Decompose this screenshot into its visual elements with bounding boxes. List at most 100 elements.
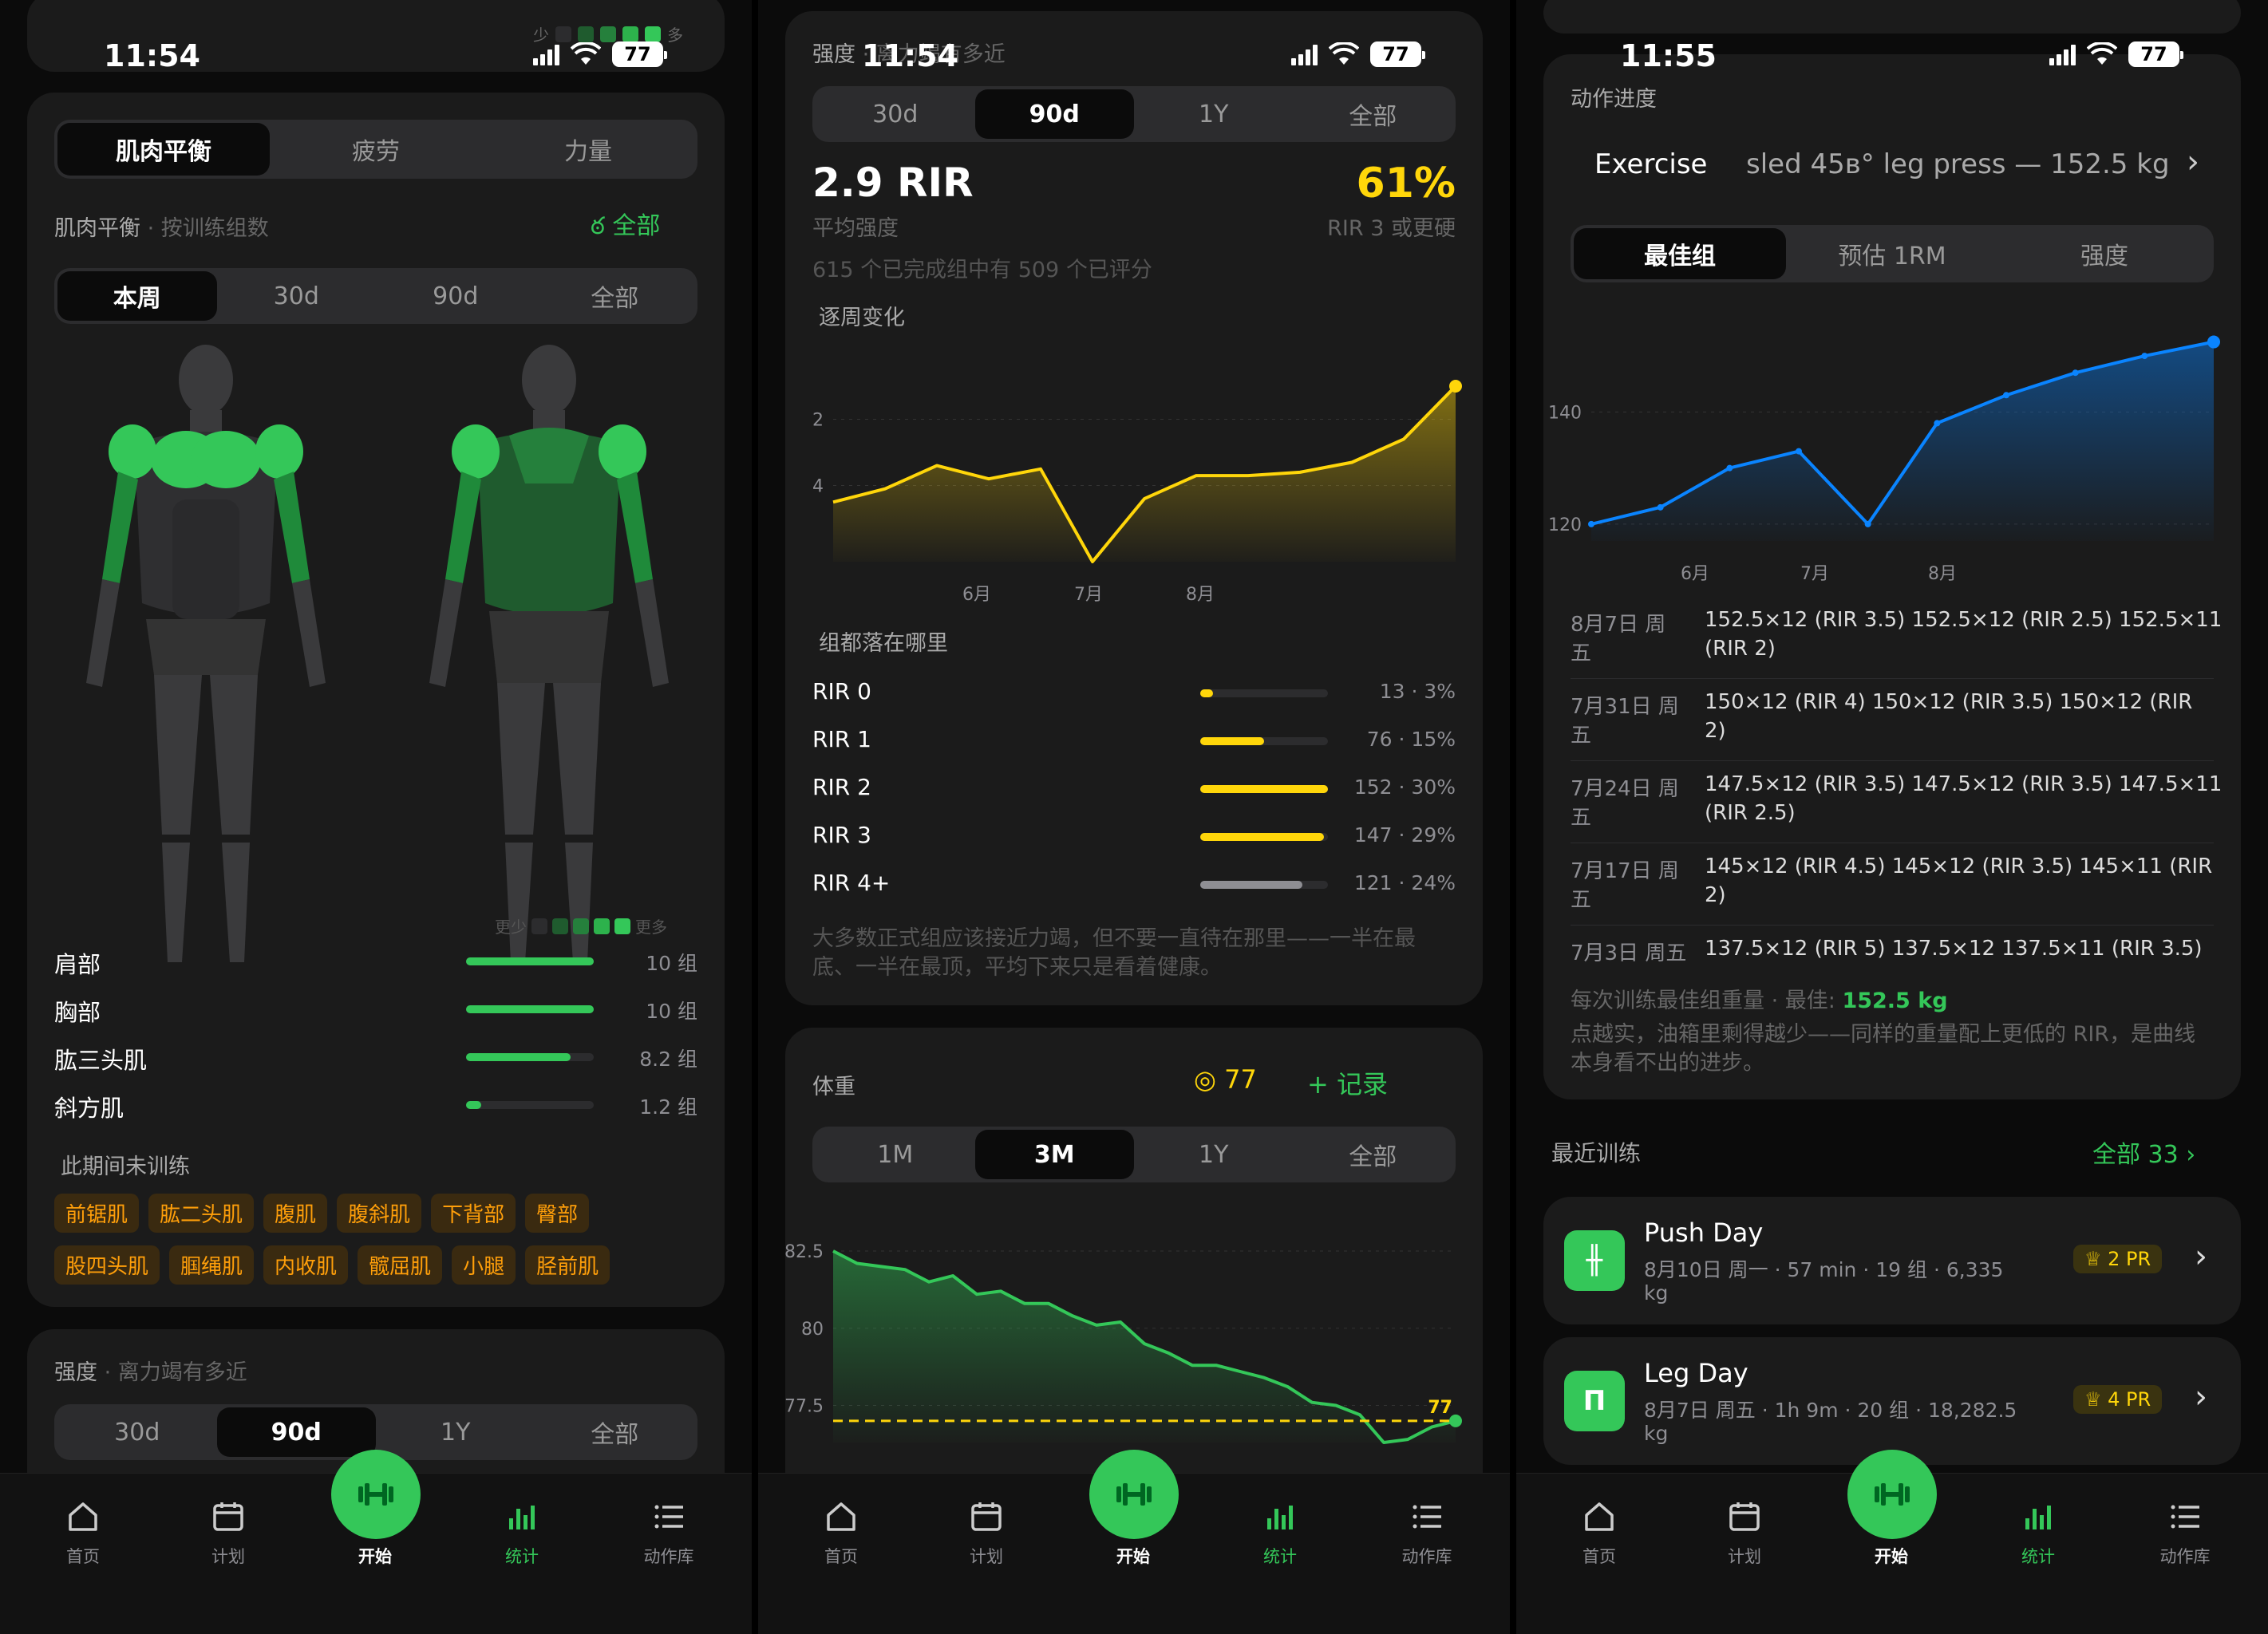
- avg-intensity-label: 平均强度: [812, 216, 899, 241]
- tab-stats[interactable]: 统计: [1990, 1496, 2086, 1568]
- tab-est-1rm[interactable]: 预估 1RM: [1786, 228, 1998, 279]
- y-tick-label: 4: [812, 477, 824, 497]
- untrained-chip[interactable]: 小腿: [452, 1245, 516, 1285]
- history-sets: 150×12 (RIR 4) 150×12 (RIR 3.5) 150×12 (…: [1705, 690, 2193, 714]
- exercise-picker[interactable]: sled 45в° leg press — 152.5 kg: [1746, 148, 2170, 180]
- tab-3m[interactable]: 3M: [974, 1130, 1134, 1179]
- tab-stats[interactable]: 统计: [474, 1496, 570, 1568]
- history-date-2: 五: [1571, 806, 1592, 830]
- history-sets-2: 2): [1705, 719, 1726, 743]
- tab-all[interactable]: 全部: [535, 271, 695, 321]
- tab-stats[interactable]: 统计: [1232, 1496, 1328, 1568]
- history-date: 7月17日 周: [1571, 859, 1679, 883]
- tab-90d[interactable]: 90d: [376, 271, 535, 321]
- status-icons: 77: [533, 41, 667, 67]
- untrained-chip[interactable]: 腘绳肌: [169, 1245, 255, 1285]
- untrained-chip[interactable]: 腹斜肌: [337, 1194, 422, 1233]
- tab-library[interactable]: 动作库: [2137, 1496, 2233, 1568]
- tab-90d[interactable]: 90d: [974, 89, 1134, 139]
- tab-bar: 首页 计划 统计 动作库 开始: [1516, 1450, 2268, 1634]
- untrained-chip[interactable]: 腹肌: [263, 1194, 328, 1233]
- rir-bar: [1200, 689, 1328, 697]
- chevron-right-icon[interactable]: ›: [2187, 144, 2199, 180]
- calendar-icon: [938, 1496, 1034, 1537]
- tab-library[interactable]: 动作库: [621, 1496, 717, 1568]
- list-icon: [1379, 1496, 1475, 1537]
- range-tabs: 本周 30d 90d 全部: [54, 268, 697, 324]
- untrained-chip[interactable]: 肱二头肌: [148, 1194, 255, 1233]
- tab-plan[interactable]: 计划: [938, 1496, 1034, 1568]
- tab-intensity[interactable]: 强度: [1998, 228, 2211, 279]
- untrained-chip[interactable]: 臀部: [525, 1194, 590, 1233]
- tab-1y[interactable]: 1Y: [376, 1407, 535, 1457]
- recent-all-link[interactable]: 全部 33 ›: [2092, 1135, 2195, 1170]
- pr-badge: ♕ 4 PR: [2073, 1385, 2163, 1414]
- tab-plan[interactable]: 计划: [1697, 1496, 1792, 1568]
- history-date: 7月24日 周: [1571, 777, 1679, 801]
- start-workout-button[interactable]: [331, 1450, 421, 1539]
- tab-home[interactable]: 首页: [35, 1496, 131, 1568]
- rir-bar: [1200, 737, 1328, 745]
- status-icons: 77: [2049, 41, 2183, 67]
- all-link[interactable]: ఠ 全部: [591, 206, 660, 246]
- tab-library[interactable]: 动作库: [1379, 1496, 1475, 1568]
- tab-best-set[interactable]: 最佳组: [1574, 228, 1786, 279]
- tab-all[interactable]: 全部: [1294, 89, 1453, 139]
- weight-chart: 82.5 80 77.5 77: [785, 1242, 1462, 1444]
- tab-label: 统计: [505, 1547, 539, 1566]
- home-icon: [1551, 1496, 1647, 1537]
- start-label: 开始: [1875, 1547, 1908, 1566]
- flame-icon: ఠ: [591, 212, 613, 240]
- intensity-detail-card: 强度 · 离力竭有多近 30d 90d 1Y 全部 2.9 RIR 平均强度 6…: [785, 11, 1483, 1005]
- dumbbell-icon: [1875, 1483, 1910, 1506]
- tab-plan[interactable]: 计划: [180, 1496, 276, 1568]
- tab-home[interactable]: 首页: [793, 1496, 889, 1568]
- wifi-icon: [1329, 42, 1359, 65]
- rir-dist-title: 组都落在哪里: [819, 631, 948, 656]
- tab-30d[interactable]: 30d: [217, 271, 377, 321]
- muscle-bar: [466, 1005, 594, 1013]
- pr-badge: ♕ 2 PR: [2073, 1245, 2163, 1273]
- rir-label: RIR 1: [812, 726, 871, 752]
- tab-1y[interactable]: 1Y: [1134, 1130, 1294, 1179]
- untrained-chip[interactable]: 髋屈肌: [358, 1245, 443, 1285]
- tab-this-week[interactable]: 本周: [57, 271, 217, 321]
- tab-strength[interactable]: 力量: [482, 123, 694, 176]
- divider: [1571, 678, 2214, 679]
- untrained-chip[interactable]: 前锯肌: [54, 1194, 140, 1233]
- start-workout-button[interactable]: [1847, 1450, 1937, 1539]
- untrained-chip[interactable]: 股四头肌: [54, 1245, 160, 1285]
- untrained-chip[interactable]: 内收肌: [263, 1245, 349, 1285]
- data-point: [2003, 392, 2009, 399]
- weight-title: 体重: [812, 1075, 855, 1099]
- tab-30d[interactable]: 30d: [57, 1407, 217, 1457]
- tab-1y[interactable]: 1Y: [1134, 89, 1294, 139]
- history-date-2: 五: [1571, 724, 1592, 748]
- untrained-chip[interactable]: 下背部: [431, 1194, 516, 1233]
- best-label: 每次训练最佳组重量 · 最佳: 152.5 kg: [1571, 989, 1948, 1013]
- tab-90d[interactable]: 90d: [216, 1407, 376, 1457]
- tab-all[interactable]: 全部: [1294, 1130, 1453, 1179]
- dumbbell-icon: ╫: [1564, 1230, 1625, 1291]
- tab-30d[interactable]: 30d: [816, 89, 975, 139]
- rir-bar-fill: [1200, 689, 1213, 697]
- untrained-chip[interactable]: 胫前肌: [525, 1245, 610, 1285]
- rated-note: 615 个已完成组中有 509 个已评分: [812, 258, 1152, 282]
- muscle-bar: [466, 1101, 594, 1109]
- record-weight-button[interactable]: + 记录: [1307, 1064, 1388, 1101]
- workout-card[interactable]: Π Leg Day 8月7日 周五 · 1h 9m · 20 组 · 18,282.…: [1543, 1337, 2241, 1465]
- tab-1m[interactable]: 1M: [816, 1130, 975, 1179]
- exercise-progress-card: 动作进度 Exercise sled 45в° leg press — 152.…: [1543, 54, 2241, 1099]
- workout-card[interactable]: ╫ Push Day 8月10日 周一 · 57 min · 19 组 · 6,33…: [1543, 1197, 2241, 1324]
- rir-label: RIR 3: [812, 822, 871, 848]
- tab-home[interactable]: 首页: [1551, 1496, 1647, 1568]
- tab-all[interactable]: 全部: [535, 1407, 695, 1457]
- muscle-bar-fill: [466, 1053, 571, 1061]
- tab-muscle-balance[interactable]: 肌肉平衡: [57, 123, 270, 176]
- last-point: [2207, 335, 2220, 349]
- muscle-sets: 10 组: [646, 1000, 697, 1023]
- recent-title: 最近训练: [1551, 1140, 1642, 1166]
- start-workout-button[interactable]: [1089, 1450, 1179, 1539]
- weekly-title: 逐周变化: [819, 306, 905, 330]
- tab-fatigue[interactable]: 疲劳: [270, 123, 482, 176]
